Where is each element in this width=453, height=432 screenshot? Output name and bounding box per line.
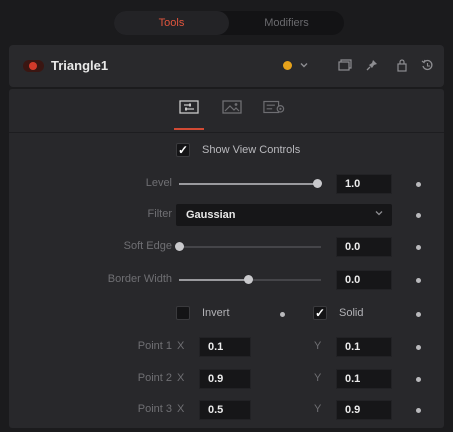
point-3-row: Point 3 X 0.5 Y 0.9 xyxy=(9,398,444,422)
point-1-y-axis-label: Y xyxy=(314,340,322,352)
reset-icon[interactable] xyxy=(419,57,435,73)
filter-keyframe-dot[interactable] xyxy=(416,213,421,218)
panel-tab-strip xyxy=(9,89,444,133)
chevron-down-icon xyxy=(374,208,384,221)
border-width-slider-knob[interactable] xyxy=(244,275,253,284)
level-slider-fill xyxy=(179,183,319,185)
solid-checkbox[interactable]: ✓ xyxy=(313,306,327,320)
point-2-y-input[interactable]: 0.1 xyxy=(336,369,392,389)
point-2-row: Point 2 X 0.9 Y 0.1 xyxy=(9,367,444,391)
point-3-keyframe-dot[interactable] xyxy=(416,408,421,413)
active-tab-indicator xyxy=(174,128,204,130)
soft-edge-row: Soft Edge 0.0 xyxy=(9,235,444,259)
filter-dropdown-value: Gaussian xyxy=(186,209,236,221)
image-tab-icon[interactable] xyxy=(221,99,243,115)
invert-label: Invert xyxy=(202,307,230,319)
show-view-controls-checkbox[interactable]: ✓ xyxy=(176,143,190,157)
invert-checkbox[interactable] xyxy=(176,306,190,320)
border-width-slider-fill xyxy=(179,279,249,281)
soft-edge-slider-knob[interactable] xyxy=(175,242,184,251)
lock-icon[interactable] xyxy=(394,57,410,73)
filter-row: Filter Gaussian xyxy=(9,203,444,227)
point-2-x-axis-label: X xyxy=(177,372,185,384)
point-1-label: Point 1 xyxy=(137,340,172,352)
settings-tab-icon[interactable] xyxy=(263,99,285,115)
point-1-y-input[interactable]: 0.1 xyxy=(336,337,392,357)
level-keyframe-dot[interactable] xyxy=(416,182,421,187)
soft-edge-slider-track[interactable] xyxy=(179,246,321,248)
pin-icon[interactable] xyxy=(364,57,380,73)
point-1-row: Point 1 X 0.1 Y 0.1 xyxy=(9,335,444,359)
filter-dropdown[interactable]: Gaussian xyxy=(176,204,392,226)
point-3-x-input[interactable]: 0.5 xyxy=(199,400,251,420)
show-view-controls-label: Show View Controls xyxy=(202,144,301,156)
solid-label: Solid xyxy=(339,307,364,319)
point-3-y-axis-label: Y xyxy=(314,403,322,415)
view-icon[interactable] xyxy=(337,57,353,73)
soft-edge-value-input[interactable]: 0.0 xyxy=(336,237,392,257)
invert-solid-row: Invert ✓ Solid xyxy=(9,302,444,326)
point-2-keyframe-dot[interactable] xyxy=(416,377,421,382)
filter-label: Filter xyxy=(147,208,172,220)
point-2-y-axis-label: Y xyxy=(314,372,322,384)
inspector-tabs: Tools Modifiers xyxy=(114,11,344,35)
invert-keyframe-dot[interactable] xyxy=(280,312,285,317)
level-slider-knob[interactable] xyxy=(313,179,322,188)
border-width-value-input[interactable]: 0.0 xyxy=(336,270,392,290)
level-label: Level xyxy=(145,177,172,189)
border-width-row: Border Width 0.0 xyxy=(9,268,444,292)
point-3-y-input[interactable]: 0.9 xyxy=(336,400,392,420)
chevron-down-icon[interactable] xyxy=(296,57,312,73)
node-name: Triangle1 xyxy=(51,58,109,73)
node-header: Triangle1 xyxy=(9,45,444,87)
soft-edge-label: Soft Edge xyxy=(123,240,172,252)
controls-tab-icon[interactable] xyxy=(178,99,200,115)
point-3-x-axis-label: X xyxy=(177,403,185,415)
node-color-icon[interactable] xyxy=(279,57,295,73)
border-width-keyframe-dot[interactable] xyxy=(416,278,421,283)
point-2-x-input[interactable]: 0.9 xyxy=(199,369,251,389)
level-row: Level 1.0 xyxy=(9,172,444,196)
controls-panel: ✓ Show View Controls Level 1.0 Filter Ga… xyxy=(9,89,444,428)
border-width-label: Border Width xyxy=(107,273,172,285)
point-1-x-input[interactable]: 0.1 xyxy=(199,337,251,357)
tab-tools[interactable]: Tools xyxy=(114,11,229,35)
show-view-controls-row: ✓ Show View Controls xyxy=(9,139,444,163)
point-1-x-axis-label: X xyxy=(177,340,185,352)
point-2-label: Point 2 xyxy=(137,372,172,384)
solid-keyframe-dot[interactable] xyxy=(416,312,421,317)
tab-modifiers[interactable]: Modifiers xyxy=(229,11,344,35)
level-value-input[interactable]: 1.0 xyxy=(336,174,392,194)
point-3-label: Point 3 xyxy=(137,403,172,415)
point-1-keyframe-dot[interactable] xyxy=(416,345,421,350)
node-enable-toggle[interactable] xyxy=(23,60,44,72)
soft-edge-keyframe-dot[interactable] xyxy=(416,245,421,250)
